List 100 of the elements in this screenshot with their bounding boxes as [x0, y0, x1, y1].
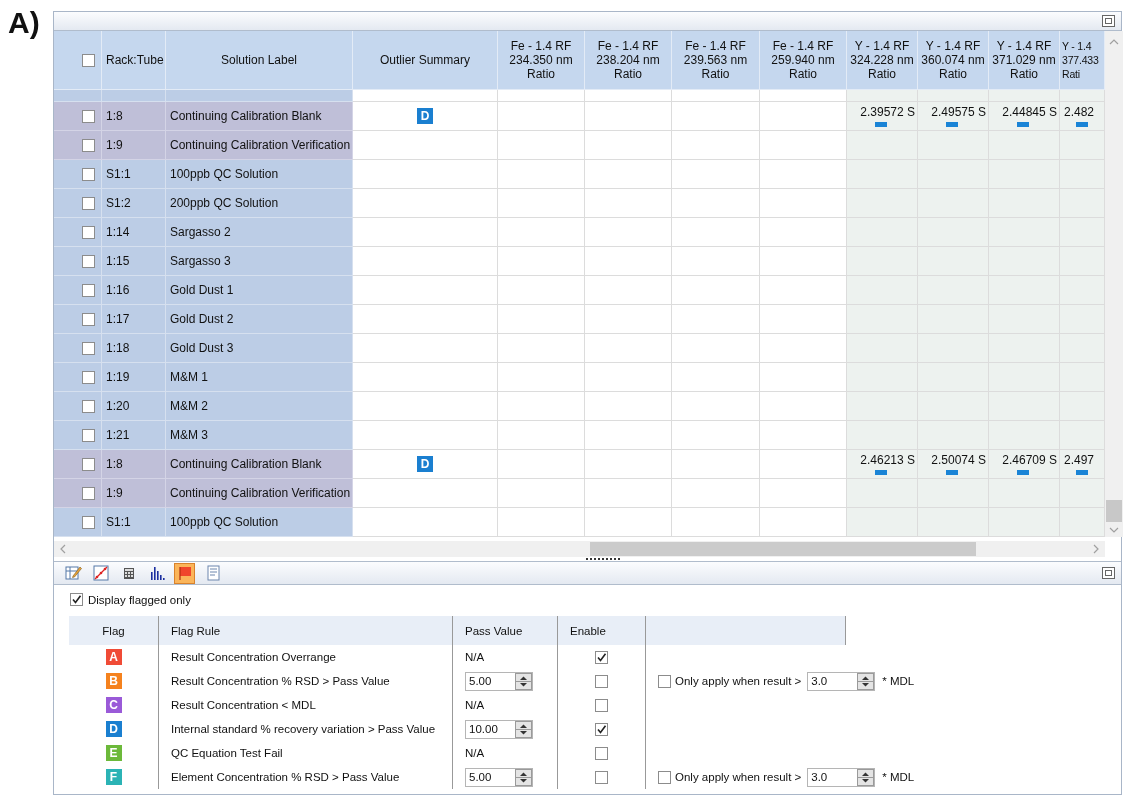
table-cell [847, 247, 918, 276]
restore-icon[interactable] [1102, 567, 1115, 579]
table-cell [847, 305, 918, 334]
vertical-scrollbar[interactable] [1105, 31, 1123, 537]
spinner-icon[interactable] [515, 720, 532, 738]
checkbox[interactable] [658, 674, 671, 688]
column-header[interactable]: Y - 1.4 377.433 Rati [1060, 31, 1105, 90]
checkbox-label: Only apply when result > [675, 771, 802, 783]
column-header: Pass Value [453, 616, 558, 645]
spinner-icon[interactable] [857, 768, 875, 786]
checkbox[interactable] [595, 674, 608, 688]
checkbox[interactable] [82, 53, 95, 67]
number-field[interactable]: 5.00 [465, 767, 533, 787]
table-cell: M&M 3 [166, 421, 353, 450]
checkbox[interactable] [82, 399, 95, 413]
number-field[interactable]: 5.00 [465, 671, 533, 691]
table-cell: 1:18 [102, 334, 166, 363]
table-cell [847, 363, 918, 392]
cell-value: 2.497 [1064, 453, 1095, 467]
unit-label: * MDL [882, 771, 915, 783]
checkbox[interactable] [82, 254, 95, 268]
spinner-icon[interactable] [857, 672, 875, 690]
checkbox[interactable] [658, 770, 671, 784]
number-field[interactable]: 3.0 [807, 767, 876, 787]
checkbox[interactable] [82, 196, 95, 210]
spinner-icon[interactable] [515, 672, 532, 690]
table-cell: 1:8 [102, 102, 166, 131]
cell-value: 2.482 [1064, 105, 1095, 119]
table-cell: M&M 1 [166, 363, 353, 392]
table-cell [102, 90, 166, 102]
checkbox[interactable] [82, 312, 95, 326]
column-header[interactable]: Y - 1.4 RF 371.029 nm Ratio [989, 31, 1060, 90]
table-cell: N/A [465, 699, 485, 711]
flag-badge: D [105, 721, 122, 737]
flag-badge: D [417, 456, 433, 472]
column-header: Enable [558, 616, 646, 645]
horizontal-scrollbar[interactable] [54, 541, 1105, 557]
checkbox[interactable] [595, 698, 608, 712]
column-header[interactable]: Outlier Summary [353, 31, 498, 90]
checkbox[interactable] [82, 370, 95, 384]
column-header[interactable]: Fe - 1.4 RF 234.350 nm Ratio [498, 31, 585, 90]
table-cell: Internal standard % recovery variation > Pass Value [159, 717, 453, 741]
unit-label: * MDL [882, 675, 915, 687]
checkbox[interactable] [82, 515, 95, 529]
table-cell: N/A [465, 747, 485, 759]
checkbox[interactable] [595, 746, 608, 760]
table-cell: 1:9 [102, 479, 166, 508]
table-cell [847, 334, 918, 363]
checkbox[interactable] [82, 486, 95, 500]
checkbox[interactable] [82, 457, 95, 471]
number-field[interactable]: 3.0 [807, 671, 876, 691]
table-cell: 1:15 [102, 247, 166, 276]
table-cell: Sargasso 3 [166, 247, 353, 276]
checkbox[interactable] [595, 722, 608, 736]
checkbox[interactable] [82, 225, 95, 239]
table-cell: Continuing Calibration Verification [166, 479, 353, 508]
line-chart-icon[interactable] [90, 562, 111, 584]
table-cell: Gold Dust 1 [166, 276, 353, 305]
checkbox[interactable] [82, 283, 95, 297]
table-cell: Continuing Calibration Blank [166, 102, 353, 131]
column-header[interactable]: Y - 1.4 RF 324.228 nm Ratio [847, 31, 918, 90]
column-header[interactable]: Fe - 1.4 RF 239.563 nm Ratio [672, 31, 760, 90]
column-header[interactable]: Fe - 1.4 RF 238.204 nm Ratio [585, 31, 672, 90]
flag-badge: A [105, 649, 122, 665]
table-cell: 1:17 [102, 305, 166, 334]
table-cell: 1:19 [102, 363, 166, 392]
flag-icon[interactable] [174, 562, 195, 584]
number-field[interactable]: 10.00 [465, 719, 533, 739]
checkbox[interactable] [595, 770, 608, 784]
table-cell: 1:16 [102, 276, 166, 305]
checkbox[interactable] [82, 167, 95, 181]
table-cell: M&M 2 [166, 392, 353, 421]
table-cell: Gold Dust 3 [166, 334, 353, 363]
splitter-handle[interactable] [585, 558, 620, 561]
checkbox[interactable] [595, 650, 608, 664]
table-cell: 200ppb QC Solution [166, 189, 353, 218]
spinner-icon[interactable] [515, 768, 532, 786]
checkbox[interactable] [82, 341, 95, 355]
checkbox[interactable] [82, 109, 95, 123]
column-header[interactable]: Rack:Tube [102, 31, 166, 90]
column-header: Flag Rule [159, 616, 453, 645]
table-cell: 100ppb QC Solution [166, 508, 353, 537]
table-cell: 1:14 [102, 218, 166, 247]
column-header[interactable]: Fe - 1.4 RF 259.940 nm Ratio [760, 31, 847, 90]
checkbox-label: Display flagged only [88, 593, 191, 606]
table-cell [847, 276, 918, 305]
table-cell: Element Concentration % RSD > Pass Value [159, 765, 453, 789]
table-cell: 1:9 [102, 131, 166, 160]
checkbox[interactable] [82, 428, 95, 442]
table-cell [918, 508, 989, 537]
table-cell [847, 189, 918, 218]
column-header[interactable]: Y - 1.4 RF 360.074 nm Ratio [918, 31, 989, 90]
checkbox[interactable] [70, 593, 83, 606]
checkbox[interactable] [82, 138, 95, 152]
restore-icon[interactable] [1102, 15, 1115, 27]
table-cell: Result Concentration % RSD > Pass Value [159, 669, 453, 693]
checkbox-label: Only apply when result > [675, 675, 802, 687]
column-header[interactable]: Solution Label [166, 31, 353, 90]
table-cell [847, 392, 918, 421]
table-cell: S1:2 [102, 189, 166, 218]
